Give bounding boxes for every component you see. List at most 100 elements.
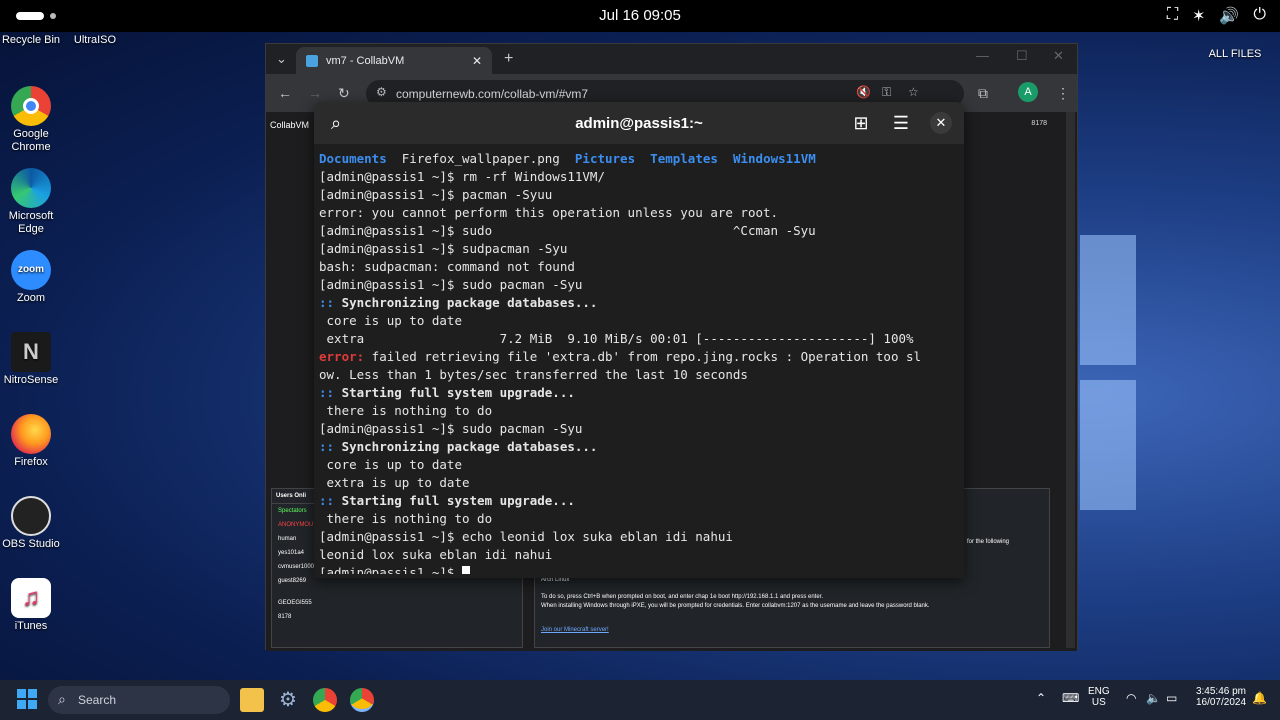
terminal-line: [admin@passis1 ~]$ sudpacman -Syu bbox=[319, 240, 961, 258]
terminal-text: ow. Less than 1 bytes/sec transferred th… bbox=[319, 367, 748, 382]
desktop-icon-zoom[interactable]: zoom Zoom bbox=[0, 250, 66, 305]
tray-overflow-icon[interactable]: ⌃ bbox=[1036, 691, 1046, 705]
terminal-line: Documents Firefox_wallpaper.png Pictures… bbox=[319, 150, 961, 168]
user-list-item[interactable] bbox=[272, 588, 522, 596]
terminal-text: failed retrieving file 'extra.db' from r… bbox=[364, 349, 922, 364]
file-explorer-icon[interactable] bbox=[240, 688, 264, 712]
terminal-window[interactable]: ⌕ admin@passis1:~ ⊞ ☰ ✕ Documents Firefo… bbox=[314, 102, 964, 578]
keyboard-icon[interactable]: ⌨ bbox=[1062, 691, 1079, 705]
taskbar-clock[interactable]: 3:45:46 pm 16/07/2024 bbox=[1192, 686, 1250, 708]
bookmark-star-icon[interactable]: ☆ bbox=[908, 85, 919, 99]
back-icon[interactable]: ← bbox=[278, 85, 292, 101]
tab-vm7[interactable]: vm7 - CollabVM ✕ bbox=[296, 47, 492, 74]
desktop-icon-edge[interactable]: Microsoft Edge bbox=[0, 168, 66, 236]
terminal-text: there is nothing to do bbox=[319, 511, 493, 526]
terminal-line: bash: sudpacman: command not found bbox=[319, 258, 961, 276]
terminal-text: [admin@passis1 ~]$ sudpacman -Syu bbox=[319, 241, 568, 256]
accessibility-icon[interactable]: ✶ bbox=[1192, 6, 1205, 26]
obs-icon bbox=[11, 496, 51, 536]
tab-search-icon[interactable]: ⌄ bbox=[276, 51, 287, 67]
terminal-line: [admin@passis1 ~]$ sudo ^Ccman -Syu bbox=[319, 222, 961, 240]
terminal-cursor bbox=[462, 566, 470, 574]
desktop-icon-nitrosense[interactable]: N NitroSense bbox=[0, 332, 66, 387]
terminal-line: leonid lox suka eblan idi nahui bbox=[319, 546, 961, 564]
new-tab-icon[interactable]: ⊞ bbox=[850, 112, 872, 134]
terminal-text: :: bbox=[319, 493, 342, 508]
chrome-taskbar-icon[interactable] bbox=[313, 688, 337, 712]
terminal-text: Firefox_wallpaper.png bbox=[386, 151, 575, 166]
edge-icon bbox=[11, 168, 51, 208]
minecraft-link[interactable]: Join our Minecraft server! bbox=[541, 627, 609, 633]
battery-icon[interactable]: ▭ bbox=[1166, 691, 1177, 705]
windows-start-icon[interactable] bbox=[16, 688, 40, 712]
terminal-line: :: Synchronizing package databases... bbox=[319, 438, 961, 456]
close-window-icon[interactable]: ✕ bbox=[1053, 48, 1064, 64]
reload-icon[interactable]: ↻ bbox=[338, 85, 350, 102]
terminal-text: core is up to date bbox=[319, 457, 462, 472]
site-info-icon[interactable]: ⚙ bbox=[376, 85, 387, 99]
panel-tray[interactable]: ⛶ ✶ 🔊 ⏻ bbox=[1167, 6, 1266, 26]
language-indicator[interactable]: ENG US bbox=[1088, 686, 1110, 708]
desktop-icon-recycle-bin[interactable]: Recycle Bin bbox=[0, 34, 66, 47]
terminal-text: Documents bbox=[319, 151, 387, 166]
itunes-icon: ♫ bbox=[11, 578, 51, 618]
new-tab-icon[interactable]: + bbox=[504, 50, 513, 68]
mute-icon[interactable]: 🔇 bbox=[856, 85, 871, 99]
terminal-headerbar: ⌕ admin@passis1:~ ⊞ ☰ ✕ bbox=[314, 102, 964, 144]
close-icon[interactable]: ✕ bbox=[930, 112, 952, 134]
terminal-text: [admin@passis1 ~]$ sudo pacman -Syu bbox=[319, 421, 583, 436]
desktop-icon-firefox[interactable]: Firefox bbox=[0, 414, 66, 469]
close-tab-icon[interactable]: ✕ bbox=[472, 54, 482, 68]
power-icon[interactable]: ⏻ bbox=[1253, 6, 1266, 26]
terminal-line: error: you cannot perform this operation… bbox=[319, 204, 961, 222]
page-scrollbar[interactable] bbox=[1066, 112, 1075, 648]
terminal-line: [admin@passis1 ~]$ rm -rf Windows11VM/ bbox=[319, 168, 961, 186]
wallpaper-window-glow bbox=[1080, 380, 1136, 510]
terminal-text: :: bbox=[319, 439, 342, 454]
forward-icon[interactable]: → bbox=[308, 85, 322, 101]
taskbar-search[interactable]: ⌕ Search bbox=[48, 686, 230, 714]
desktop-icon-ultraiso[interactable]: UltraISO bbox=[60, 34, 130, 47]
terminal-line: :: Synchronizing package databases... bbox=[319, 294, 961, 312]
volume-icon[interactable]: 🔊 bbox=[1219, 6, 1239, 26]
extensions-icon[interactable]: ⧉ bbox=[978, 85, 988, 102]
info-line: for the following bbox=[966, 539, 1009, 545]
user-list-item[interactable]: 8178 bbox=[272, 610, 522, 624]
desktop-icon-itunes[interactable]: ♫ iTunes bbox=[0, 578, 66, 633]
panel-clock[interactable]: Jul 16 09:05 bbox=[0, 7, 1280, 24]
network-icon[interactable]: ⛶ bbox=[1167, 6, 1178, 26]
minimize-icon[interactable]: — bbox=[976, 48, 989, 63]
terminal-output[interactable]: Documents Firefox_wallpaper.png Pictures… bbox=[319, 150, 961, 574]
terminal-text: :: bbox=[319, 295, 342, 310]
settings-gear-icon[interactable]: ⚙ bbox=[276, 688, 300, 712]
terminal-text: Templates bbox=[650, 151, 718, 166]
terminal-text: extra 7.2 MiB 9.10 MiB/s 00:01 [--------… bbox=[319, 331, 914, 346]
terminal-text: [admin@passis1 ~]$ sudo pacman -Syu bbox=[319, 277, 583, 292]
user-list-item[interactable]: GEOEGI555 bbox=[272, 596, 522, 610]
speaker-icon[interactable]: 🔈 bbox=[1146, 691, 1161, 705]
browser-menu-icon[interactable]: ⋮ bbox=[1056, 85, 1070, 102]
terminal-text: [admin@passis1 ~]$ bbox=[319, 565, 462, 574]
terminal-text: Synchronizing package databases... bbox=[341, 439, 598, 454]
terminal-line: [admin@passis1 ~]$ bbox=[319, 564, 961, 574]
chrome-profile-taskbar-icon[interactable] bbox=[350, 688, 374, 712]
desktop-icon-chrome[interactable]: Google Chrome bbox=[0, 86, 66, 154]
search-icon: ⌕ bbox=[58, 691, 66, 707]
profile-avatar[interactable]: A bbox=[1018, 82, 1038, 102]
password-key-icon[interactable]: ⚿ bbox=[882, 85, 891, 100]
terminal-line: core is up to date bbox=[319, 456, 961, 474]
wifi-icon[interactable]: ◠ bbox=[1126, 691, 1136, 705]
maximize-icon[interactable]: ☐ bbox=[1016, 48, 1028, 64]
terminal-line: ow. Less than 1 bytes/sec transferred th… bbox=[319, 366, 961, 384]
terminal-text: [admin@passis1 ~]$ pacman -Syuu bbox=[319, 187, 553, 202]
terminal-text: [admin@passis1 ~]$ echo leonid lox suka … bbox=[319, 529, 733, 544]
desktop-icon-all-files[interactable]: ALL FILES bbox=[1200, 48, 1270, 61]
collabvm-brand[interactable]: CollabVM bbox=[270, 120, 309, 130]
hamburger-menu-icon[interactable]: ☰ bbox=[890, 112, 912, 134]
terminal-line: there is nothing to do bbox=[319, 402, 961, 420]
desktop-icon-obs[interactable]: OBS Studio bbox=[0, 496, 66, 551]
collabvm-favicon-icon bbox=[306, 55, 318, 67]
notification-bell-icon[interactable]: 🔔 bbox=[1252, 691, 1267, 705]
